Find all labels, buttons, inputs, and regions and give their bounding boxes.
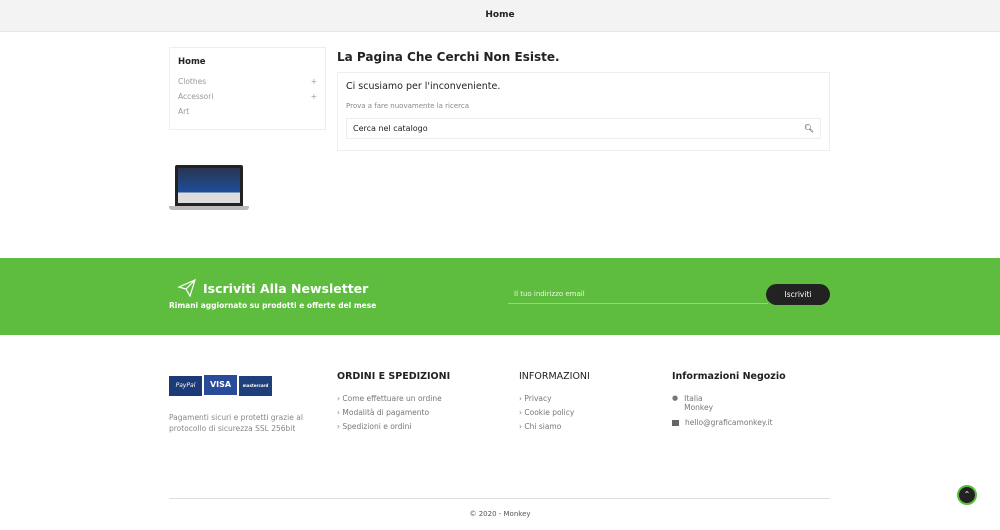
paper-plane-icon: [177, 278, 196, 298]
sidebar-item-accessori[interactable]: Accessori +: [178, 92, 317, 107]
category-sidebar: Home Clothes + Accessori + Art: [169, 47, 326, 130]
address-line: Italia: [684, 394, 703, 403]
sidebar-item-label: Art: [178, 107, 190, 116]
location-pin-icon: ●: [672, 394, 679, 402]
hint-text: Prova a fare nuovamente la ricerca: [346, 102, 470, 110]
footer-link[interactable]: › Modalità di pagamento: [337, 408, 450, 422]
top-bar: Home: [0, 0, 1000, 32]
sidebar-item-art[interactable]: Art: [178, 107, 317, 122]
not-found-box: Ci scusiamo per l'inconveniente. Prova a…: [337, 72, 830, 151]
payment-text: Pagamenti sicuri e protetti grazie al pr…: [169, 413, 303, 433]
expand-icon[interactable]: +: [311, 77, 317, 92]
footer-link[interactable]: › Come effettuare un ordine: [337, 394, 450, 408]
visa-card-icon: VISA: [204, 375, 237, 395]
info-title: INFORMAZIONI: [519, 371, 590, 382]
sidebar-title[interactable]: Home: [178, 57, 317, 67]
info-column: INFORMAZIONI › Privacy › Cookie policy ›…: [519, 371, 590, 436]
orders-title: ORDINI E SPEDIZIONI: [337, 371, 451, 382]
sidebar-item-label: Clothes: [178, 77, 207, 86]
footer-link[interactable]: › Spedizioni e ordini: [337, 422, 450, 436]
chevron-up-icon: ⌃: [963, 490, 971, 499]
copyright: © 2020 - Monkey: [469, 510, 531, 518]
footer-link[interactable]: › Privacy: [519, 394, 590, 408]
mail-icon: [672, 420, 679, 426]
page-title: La Pagina Che Cerchi Non Esiste.: [337, 50, 560, 64]
orders-column: ORDINI E SPEDIZIONI › Come effettuare un…: [337, 371, 450, 436]
paypal-card-icon: PayPal: [169, 376, 202, 396]
footer-link[interactable]: › Chi siamo: [519, 422, 590, 436]
newsletter-section: Iscriviti Alla Newsletter Rimani aggiorn…: [0, 258, 1000, 335]
newsletter-title: Iscriviti Alla Newsletter: [203, 281, 369, 296]
sorry-text: Ci scusiamo per l'inconveniente.: [346, 81, 501, 92]
shop-email[interactable]: hello@graficamonkey.it: [685, 418, 773, 432]
shop-info-column: Informazioni Negozio ● Italia Monkey hello…: [672, 371, 786, 432]
search-icon[interactable]: 🔍︎: [804, 124, 814, 133]
payments-column: PayPal VISA mastercard Pagamenti sicuri e …: [169, 372, 329, 434]
laptop-banner-image[interactable]: [169, 165, 249, 211]
sidebar-item-clothes[interactable]: Clothes +: [178, 77, 317, 92]
breadcrumb-home[interactable]: Home: [485, 10, 514, 20]
email-input[interactable]: Il tuo indirizzo email: [508, 288, 768, 304]
search-input[interactable]: Cerca nel catalogo 🔍︎: [346, 118, 821, 139]
back-to-top-button[interactable]: ⌃: [957, 485, 977, 505]
footer-link[interactable]: › Cookie policy: [519, 408, 590, 422]
newsletter-subtitle: Rimani aggiornato su prodotti e offerte …: [169, 301, 377, 310]
address-line: Monkey: [684, 403, 714, 412]
shop-title: Informazioni Negozio: [672, 371, 786, 382]
mastercard-card-icon: mastercard: [239, 376, 272, 396]
sidebar-item-label: Accessori: [178, 92, 214, 101]
footer-divider: [169, 498, 830, 499]
subscribe-button[interactable]: Iscriviti: [766, 284, 830, 305]
expand-icon[interactable]: +: [311, 92, 317, 107]
search-placeholder: Cerca nel catalogo: [353, 124, 428, 133]
